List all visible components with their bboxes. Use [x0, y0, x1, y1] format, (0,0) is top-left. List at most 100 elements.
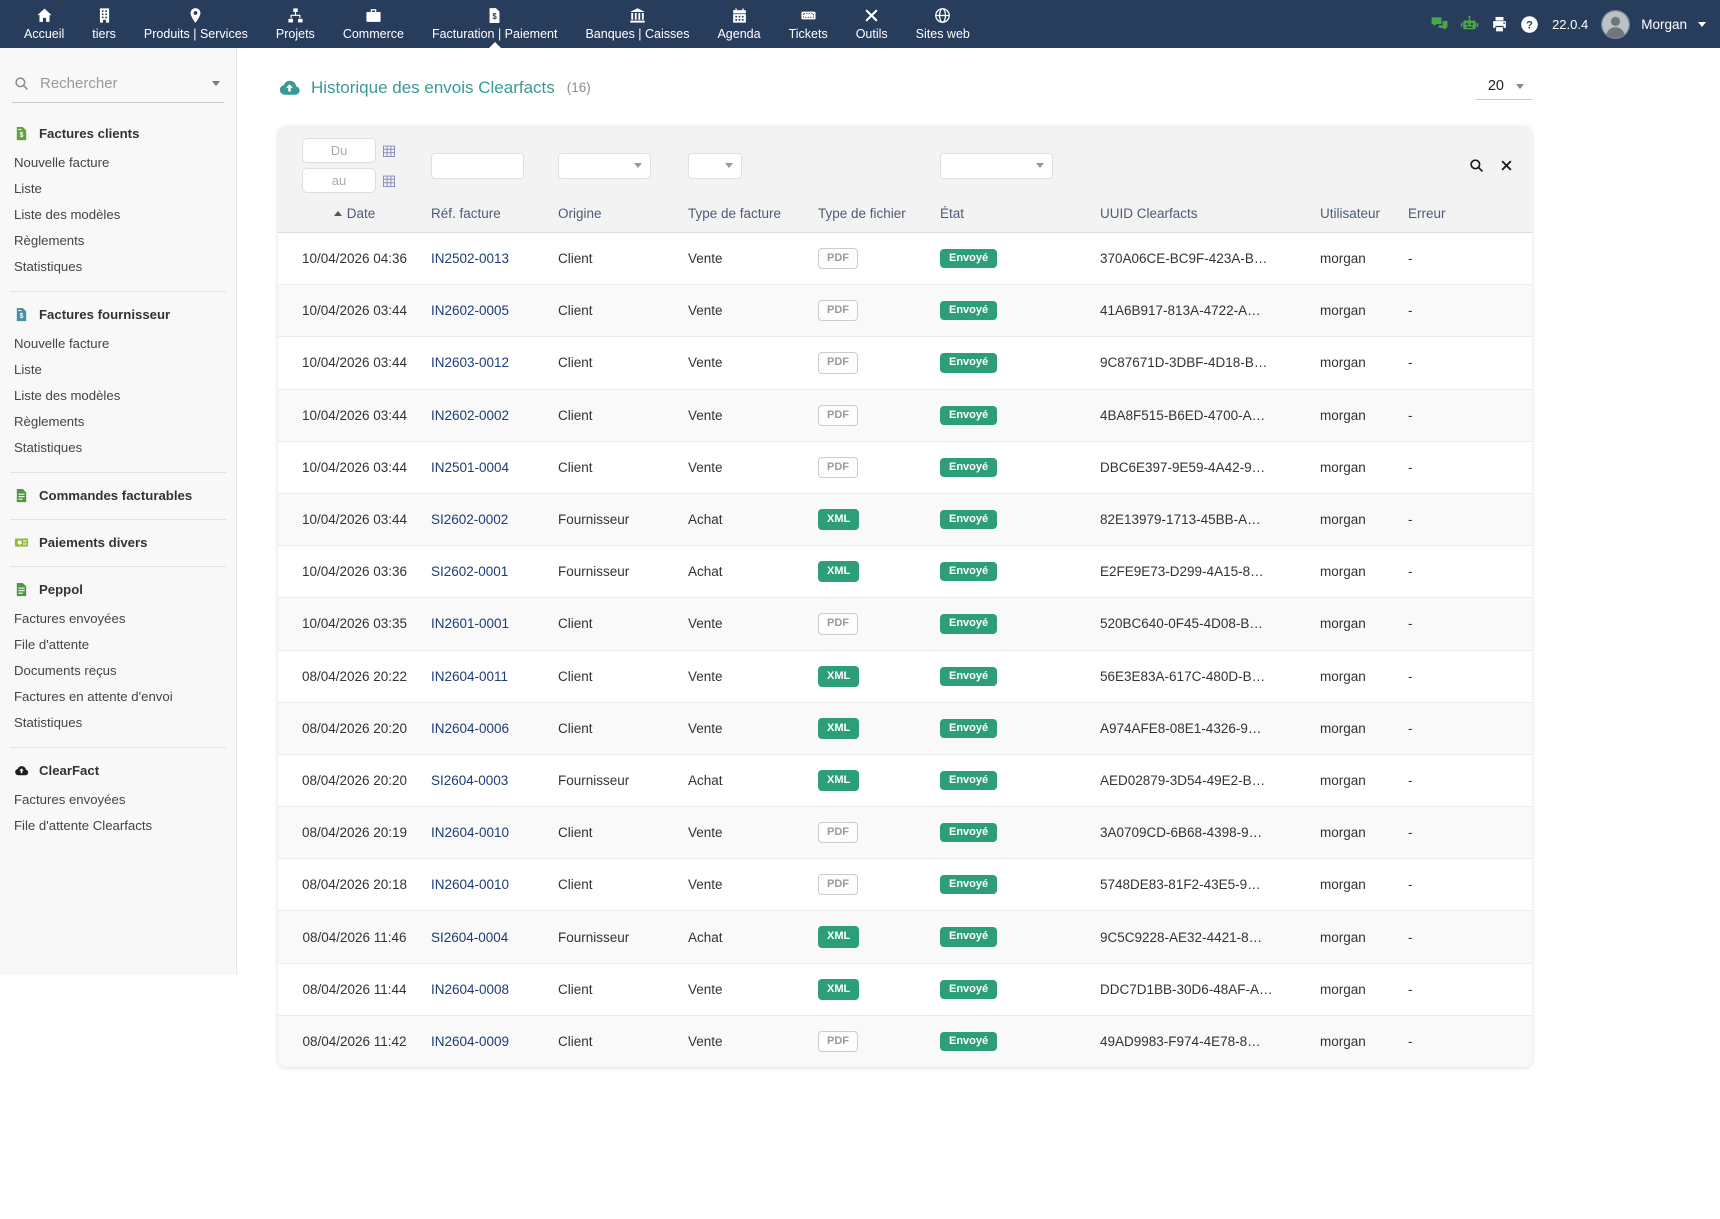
nav-item-outils[interactable]: Outils — [842, 0, 902, 48]
sidebar-item-statistiques[interactable]: Statistiques — [12, 253, 224, 279]
nav-item-produits-services[interactable]: Produits | Services — [130, 0, 262, 48]
nav-item-label: Sites web — [916, 27, 970, 41]
invoice-ref-link[interactable]: IN2502-0013 — [431, 251, 509, 266]
sidebar-item-statistiques[interactable]: Statistiques — [12, 709, 224, 735]
invoice-ref-link[interactable]: SI2602-0001 — [431, 564, 508, 579]
sidebar-item-liste-des-mod-les[interactable]: Liste des modèles — [12, 382, 224, 408]
topnav-right: ? 22.0.4 Morgan — [1430, 0, 1720, 48]
table-row: 10/04/2026 03:36SI2602-0001FournisseurAc… — [278, 546, 1532, 598]
sidebar-section-items: Nouvelle factureListeListe des modèlesRè… — [12, 330, 224, 460]
sidebar-item-statistiques[interactable]: Statistiques — [12, 434, 224, 460]
cell-type-facture: Vente — [688, 441, 818, 493]
user-avatar[interactable] — [1601, 10, 1630, 39]
cell-etat: Envoyé — [940, 233, 1100, 285]
sidebar-section-title-clearfact[interactable]: ClearFact — [12, 761, 224, 782]
robot-icon[interactable] — [1460, 15, 1479, 34]
cell-utilisateur: morgan — [1320, 963, 1408, 1015]
invoice-ref-link[interactable]: SI2602-0002 — [431, 512, 508, 527]
type-facture-filter-select[interactable] — [688, 153, 742, 179]
tools-icon — [863, 7, 880, 24]
search-caret-icon[interactable] — [212, 81, 220, 86]
sidebar-item-factures-envoy-es[interactable]: Factures envoyées — [12, 786, 224, 812]
sidebar-section-title-factures-fournisseur[interactable]: $Factures fournisseur — [12, 305, 224, 326]
column-header-origine[interactable]: Origine — [558, 197, 688, 233]
sidebar-item-liste[interactable]: Liste — [12, 356, 224, 382]
calendar-icon[interactable] — [382, 174, 396, 188]
nav-item-sites-web[interactable]: Sites web — [902, 0, 984, 48]
invoice-ref-link[interactable]: IN2603-0012 — [431, 355, 509, 370]
sidebar-item-liste[interactable]: Liste — [12, 175, 224, 201]
cell-date: 08/04/2026 11:44 — [278, 963, 431, 1015]
sidebar-item-file-d-attente-clearfacts[interactable]: File d'attente Clearfacts — [12, 812, 224, 838]
sidebar-item-nouvelle-facture[interactable]: Nouvelle facture — [12, 330, 224, 356]
invoice-ref-link[interactable]: IN2602-0002 — [431, 408, 509, 423]
print-icon[interactable] — [1490, 15, 1509, 34]
invoice-ref-link[interactable]: IN2604-0008 — [431, 982, 509, 997]
invoice-ref-link[interactable]: IN2604-0006 — [431, 721, 509, 736]
sidebar-item-factures-envoy-es[interactable]: Factures envoyées — [12, 605, 224, 631]
user-menu-caret-icon[interactable] — [1698, 22, 1706, 27]
invoice-ref-link[interactable]: IN2601-0001 — [431, 616, 509, 631]
origine-filter-select[interactable] — [558, 153, 651, 179]
cell-type-fichier: XML — [818, 493, 940, 545]
nav-item-agenda[interactable]: Agenda — [703, 0, 774, 48]
cell-ref: IN2604-0010 — [431, 859, 558, 911]
invoice-ref-link[interactable]: IN2604-0011 — [431, 669, 508, 684]
status-badge: Envoyé — [940, 458, 997, 477]
home-icon — [36, 7, 53, 24]
sidebar-item-documents-re-us[interactable]: Documents reçus — [12, 657, 224, 683]
invoice-green-icon: $ — [14, 126, 29, 141]
column-header-uuid-clearfacts[interactable]: UUID Clearfacts — [1100, 197, 1320, 233]
nav-item-facturation-paiement[interactable]: $Facturation | Paiement — [418, 0, 572, 48]
page-size-selector[interactable]: 20 — [1476, 75, 1532, 100]
search-filter-icon[interactable] — [1469, 158, 1484, 173]
column-header-type-de-facture[interactable]: Type de facture — [688, 197, 818, 233]
sidebar-section-title-commandes-facturables[interactable]: Commandes facturables — [12, 486, 224, 507]
sidebar-item-nouvelle-facture[interactable]: Nouvelle facture — [12, 149, 224, 175]
cell-utilisateur: morgan — [1320, 702, 1408, 754]
calendar-icon[interactable] — [382, 144, 396, 158]
sidebar-section-title-peppol[interactable]: Peppol — [12, 580, 224, 601]
sidebar-section-title-factures-clients[interactable]: $Factures clients — [12, 124, 224, 145]
column-header-r-f-facture[interactable]: Réf. facture — [431, 197, 558, 233]
sidebar-item-r-glements[interactable]: Règlements — [12, 408, 224, 434]
nav-item-tickets[interactable]: Tickets — [775, 0, 842, 48]
svg-text:$: $ — [493, 12, 498, 21]
clear-filter-icon[interactable] — [1499, 158, 1514, 173]
sidebar-item-factures-en-attente-d-envoi[interactable]: Factures en attente d'envoi — [12, 683, 224, 709]
chat-icon[interactable] — [1430, 15, 1449, 34]
nav-item-banques-caisses[interactable]: Banques | Caisses — [571, 0, 703, 48]
sidebar-section-items: Nouvelle factureListeListe des modèlesRè… — [12, 149, 224, 279]
main-content: Historique des envois Clearfacts (16) 20 — [238, 48, 1720, 1067]
sidebar-item-liste-des-mod-les[interactable]: Liste des modèles — [12, 201, 224, 227]
column-header-tat[interactable]: État — [940, 197, 1100, 233]
date-from-input[interactable] — [302, 138, 376, 163]
sidebar-item-r-glements[interactable]: Règlements — [12, 227, 224, 253]
sidebar-item-file-d-attente[interactable]: File d'attente — [12, 631, 224, 657]
column-header-erreur[interactable]: Erreur — [1408, 197, 1532, 233]
nav-item-tiers[interactable]: tiers — [78, 0, 130, 48]
etat-filter-select[interactable] — [940, 153, 1053, 179]
column-header-utilisateur[interactable]: Utilisateur — [1320, 197, 1408, 233]
nav-item-commerce[interactable]: Commerce — [329, 0, 418, 48]
invoice-ref-link[interactable]: IN2604-0010 — [431, 877, 509, 892]
date-to-input[interactable] — [302, 168, 376, 193]
ref-filter-input[interactable] — [431, 153, 524, 179]
nav-item-accueil[interactable]: Accueil — [10, 0, 78, 48]
sidebar-section-title-paiements-divers[interactable]: Paiements divers — [12, 533, 224, 554]
invoice-ref-link[interactable]: IN2602-0005 — [431, 303, 509, 318]
help-icon[interactable]: ? — [1520, 15, 1539, 34]
cell-date: 10/04/2026 03:35 — [278, 598, 431, 650]
nav-item-projets[interactable]: Projets — [262, 0, 329, 48]
invoice-ref-link[interactable]: SI2604-0004 — [431, 930, 508, 945]
sidebar-section-factures-clients: $Factures clients Nouvelle factureListeLi… — [10, 111, 226, 291]
search-input[interactable] — [38, 74, 203, 93]
invoice-ref-link[interactable]: IN2501-0004 — [431, 460, 509, 475]
cell-ref: IN2603-0012 — [431, 337, 558, 389]
invoice-ref-link[interactable]: SI2604-0003 — [431, 773, 508, 788]
invoice-ref-link[interactable]: IN2604-0009 — [431, 1034, 509, 1049]
invoice-ref-link[interactable]: IN2604-0010 — [431, 825, 509, 840]
user-name[interactable]: Morgan — [1641, 17, 1687, 32]
column-header-date[interactable]: Date — [278, 197, 431, 233]
column-header-type-de-fichier[interactable]: Type de fichier — [818, 197, 940, 233]
